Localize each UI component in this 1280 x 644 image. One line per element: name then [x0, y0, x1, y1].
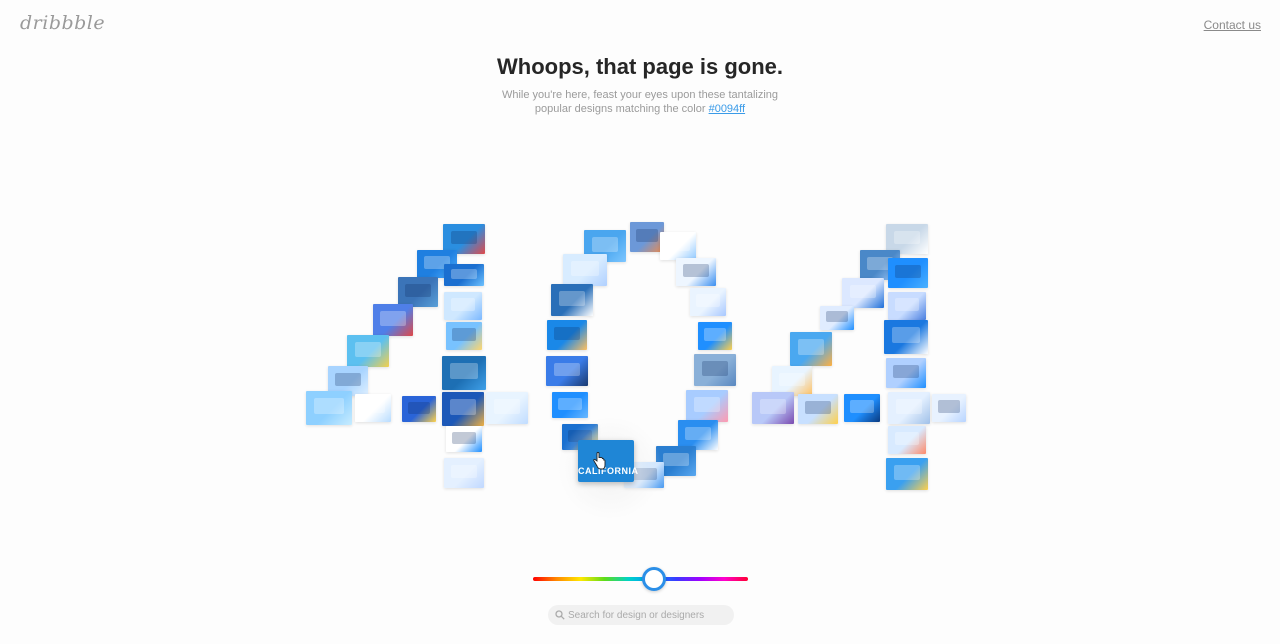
design-shot-thumbnail[interactable]: [442, 392, 484, 426]
design-shot-thumbnail[interactable]: [444, 292, 482, 320]
design-shot-thumbnail[interactable]: [552, 392, 588, 418]
design-shot-thumbnail[interactable]: [444, 458, 484, 488]
design-shot-thumbnail[interactable]: [442, 356, 486, 390]
design-shot-thumbnail[interactable]: [676, 258, 716, 286]
design-shot-thumbnail[interactable]: [694, 354, 736, 386]
design-shot-thumbnail[interactable]: [690, 288, 726, 316]
design-shot-thumbnail[interactable]: [820, 306, 854, 330]
design-shot-thumbnail[interactable]: [398, 277, 438, 307]
color-slider[interactable]: [533, 567, 748, 591]
search-input[interactable]: [568, 607, 728, 623]
design-shot-thumbnail[interactable]: [790, 332, 832, 366]
design-shot-thumbnail[interactable]: [373, 304, 413, 336]
design-shot-thumbnail[interactable]: [888, 292, 926, 320]
color-slider-thumb[interactable]: [642, 567, 666, 591]
focused-shot[interactable]: CALIFORNIA: [578, 440, 638, 482]
design-shot-thumbnail[interactable]: [446, 322, 482, 350]
design-shot-thumbnail[interactable]: [888, 426, 926, 454]
search-box: [548, 605, 734, 625]
design-shot-thumbnail[interactable]: [630, 222, 664, 252]
color-slider-track[interactable]: [533, 577, 748, 581]
design-shot-thumbnail[interactable]: [547, 320, 587, 350]
design-shot-thumbnail[interactable]: [842, 278, 884, 308]
design-shot-thumbnail[interactable]: [446, 426, 482, 452]
design-shot-thumbnail[interactable]: [888, 392, 930, 424]
design-shot-thumbnail[interactable]: [444, 264, 484, 286]
design-shot-thumbnail[interactable]: [884, 320, 928, 354]
design-shot-thumbnail[interactable]: [886, 458, 928, 490]
design-shot-thumbnail[interactable]: [660, 232, 696, 260]
design-shot-thumbnail[interactable]: [306, 391, 352, 425]
design-shot-thumbnail[interactable]: [355, 394, 391, 422]
design-shot-thumbnail[interactable]: [563, 254, 607, 286]
design-shot-thumbnail[interactable]: [486, 392, 528, 424]
design-shot-thumbnail[interactable]: [888, 258, 928, 288]
design-shot-thumbnail[interactable]: [844, 394, 880, 422]
design-shot-thumbnail[interactable]: [932, 394, 966, 422]
design-shot-thumbnail[interactable]: [686, 390, 728, 422]
design-shot-thumbnail[interactable]: [546, 356, 588, 386]
design-shot-thumbnail[interactable]: [551, 284, 593, 316]
focused-shot-label: CALIFORNIA: [578, 466, 639, 476]
design-shot-thumbnail[interactable]: [798, 394, 838, 424]
cursor-hand-icon: [593, 452, 606, 470]
design-shot-thumbnail[interactable]: [886, 358, 926, 388]
design-shot-thumbnail[interactable]: [752, 392, 794, 424]
design-shot-thumbnail[interactable]: [698, 322, 732, 350]
design-shot-thumbnail[interactable]: [402, 396, 436, 422]
404-shot-mosaic: [0, 0, 1280, 644]
design-shot-thumbnail[interactable]: [347, 335, 389, 367]
search-icon: [555, 610, 565, 620]
